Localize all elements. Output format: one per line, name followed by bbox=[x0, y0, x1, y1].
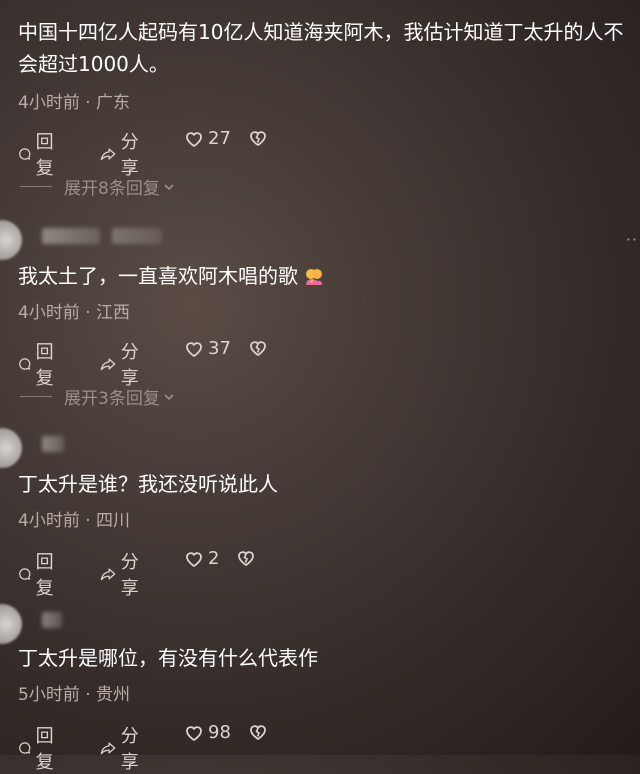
like-count: 37 bbox=[208, 338, 231, 359]
chevron-down-icon bbox=[164, 393, 174, 400]
comment-meta: 5小时前 · 贵州 bbox=[18, 685, 131, 705]
share-arrow-icon bbox=[100, 148, 116, 161]
share-label: 分享 bbox=[120, 132, 139, 179]
like-count: 98 bbox=[208, 722, 231, 743]
like-button[interactable]: 37 bbox=[184, 338, 231, 359]
hugging-people-emoji-icon bbox=[304, 263, 324, 285]
share-button[interactable]: 分享 bbox=[100, 722, 146, 774]
comment-header: ·· bbox=[0, 220, 640, 260]
share-label: 分享 bbox=[120, 342, 139, 389]
avatar[interactable] bbox=[0, 604, 22, 644]
expand-replies-button[interactable]: 展开8条回复 bbox=[20, 174, 176, 199]
share-arrow-icon bbox=[100, 568, 116, 581]
expand-replies-button[interactable]: 展开3条回复 bbox=[20, 384, 176, 409]
more-dots-icon[interactable]: ·· bbox=[626, 230, 638, 249]
comment-text: 我太土了，一直喜欢阿木唱的歌 bbox=[18, 260, 638, 292]
share-label: 分享 bbox=[120, 552, 139, 599]
username-redacted bbox=[42, 228, 100, 244]
reply-button[interactable]: 回复 bbox=[18, 548, 60, 600]
broken-heart-icon bbox=[250, 131, 266, 146]
comment-text: 丁太升是谁？我还没听说此人 bbox=[18, 472, 278, 496]
share-button[interactable]: 分享 bbox=[100, 548, 146, 600]
dislike-button[interactable] bbox=[248, 722, 272, 742]
reply-button[interactable]: 回复 bbox=[18, 128, 60, 180]
like-button[interactable]: 98 bbox=[184, 722, 231, 743]
share-button[interactable]: 分享 bbox=[100, 338, 146, 390]
comment-meta: 4小时前 · 四川 bbox=[18, 511, 131, 531]
speech-bubble-icon bbox=[19, 148, 31, 160]
comment-text: 丁太升是哪位，有没有什么代表作 bbox=[18, 646, 318, 670]
reply-label: 回复 bbox=[35, 552, 54, 599]
reply-button[interactable]: 回复 bbox=[18, 338, 60, 390]
avatar[interactable] bbox=[0, 428, 22, 468]
broken-heart-icon bbox=[238, 551, 254, 566]
avatar[interactable] bbox=[0, 220, 22, 260]
share-arrow-icon bbox=[100, 358, 116, 371]
share-button[interactable]: 分享 bbox=[100, 128, 146, 180]
dislike-button[interactable] bbox=[248, 128, 272, 148]
username-redacted bbox=[42, 436, 64, 452]
reply-label: 回复 bbox=[35, 342, 54, 389]
dislike-button[interactable] bbox=[236, 548, 260, 568]
comment-meta: 4小时前 · 广东 bbox=[18, 93, 131, 113]
expand-label: 展开3条回复 bbox=[64, 389, 160, 409]
chevron-down-icon bbox=[164, 183, 174, 190]
comment-meta: 4小时前 · 江西 bbox=[18, 303, 131, 323]
like-button[interactable]: 27 bbox=[184, 128, 231, 149]
username-redacted bbox=[112, 228, 162, 244]
share-arrow-icon bbox=[100, 742, 116, 755]
username-redacted bbox=[42, 612, 62, 628]
reply-label: 回复 bbox=[35, 132, 54, 179]
speech-bubble-icon bbox=[19, 358, 31, 370]
speech-bubble-icon bbox=[19, 568, 31, 580]
comment-header bbox=[0, 604, 640, 644]
divider-line bbox=[20, 396, 52, 397]
broken-heart-icon bbox=[250, 341, 266, 356]
dislike-button[interactable] bbox=[248, 338, 272, 358]
heart-icon bbox=[186, 341, 202, 357]
like-count: 2 bbox=[208, 548, 220, 569]
reply-button[interactable]: 回复 bbox=[18, 722, 60, 774]
heart-icon bbox=[186, 551, 202, 567]
comment-header bbox=[0, 428, 640, 468]
heart-icon bbox=[186, 725, 202, 741]
like-count: 27 bbox=[208, 128, 231, 149]
speech-bubble-icon bbox=[19, 742, 31, 754]
reply-label: 回复 bbox=[35, 726, 54, 773]
like-button[interactable]: 2 bbox=[184, 548, 219, 569]
broken-heart-icon bbox=[250, 725, 266, 740]
comment-text: 中国十四亿人起码有10亿人知道海夹阿木，我估计知道丁太升的人不会超过1000人。 bbox=[18, 20, 624, 76]
share-label: 分享 bbox=[120, 726, 139, 773]
divider-line bbox=[20, 186, 52, 187]
heart-icon bbox=[186, 131, 202, 147]
comment-text-content: 我太土了，一直喜欢阿木唱的歌 bbox=[18, 264, 298, 288]
expand-label: 展开8条回复 bbox=[64, 179, 160, 199]
